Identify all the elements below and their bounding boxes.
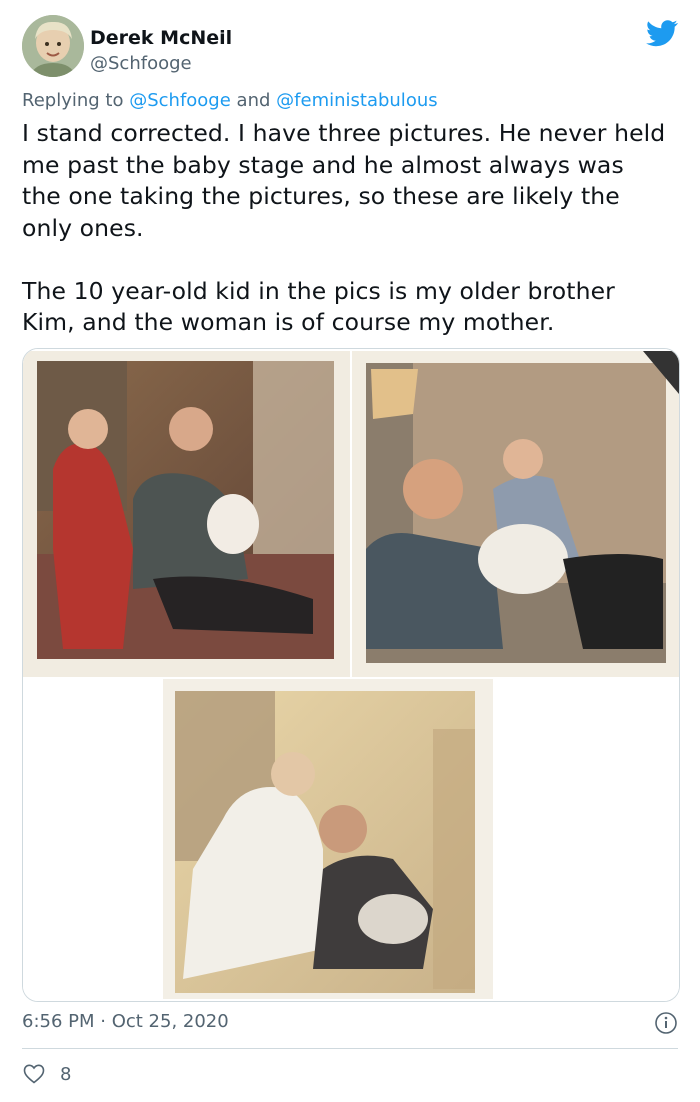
replying-to: Replying to @Schfooge and @feministabulo…	[22, 90, 438, 111]
reply-user-link[interactable]: @Schfooge	[129, 90, 231, 111]
divider	[22, 1048, 678, 1049]
tweet-text: I stand corrected. I have three pictures…	[22, 119, 666, 336]
author-handle[interactable]: @Schfooge	[90, 53, 192, 74]
heart-icon[interactable]	[22, 1062, 46, 1086]
author-name[interactable]: Derek McNeil	[90, 27, 232, 49]
photo-1[interactable]	[23, 351, 350, 677]
tweet-media[interactable]	[22, 348, 680, 1002]
reply-and: and	[236, 90, 271, 111]
reply-user-link[interactable]: @feministabulous	[276, 90, 437, 111]
photo-collage	[23, 349, 679, 1001]
photo-3[interactable]	[163, 679, 493, 999]
photo-2[interactable]	[352, 351, 679, 677]
reply-prefix: Replying to	[22, 90, 124, 111]
avatar[interactable]	[22, 15, 84, 77]
like-action[interactable]: 8	[22, 1062, 71, 1086]
twitter-bird-icon[interactable]	[646, 17, 678, 49]
tweet-timestamp[interactable]: 6:56 PM · Oct 25, 2020	[22, 1011, 229, 1032]
info-icon[interactable]	[654, 1011, 678, 1035]
tweet-header: Derek McNeil @Schfooge	[22, 15, 678, 79]
like-count: 8	[60, 1063, 72, 1085]
